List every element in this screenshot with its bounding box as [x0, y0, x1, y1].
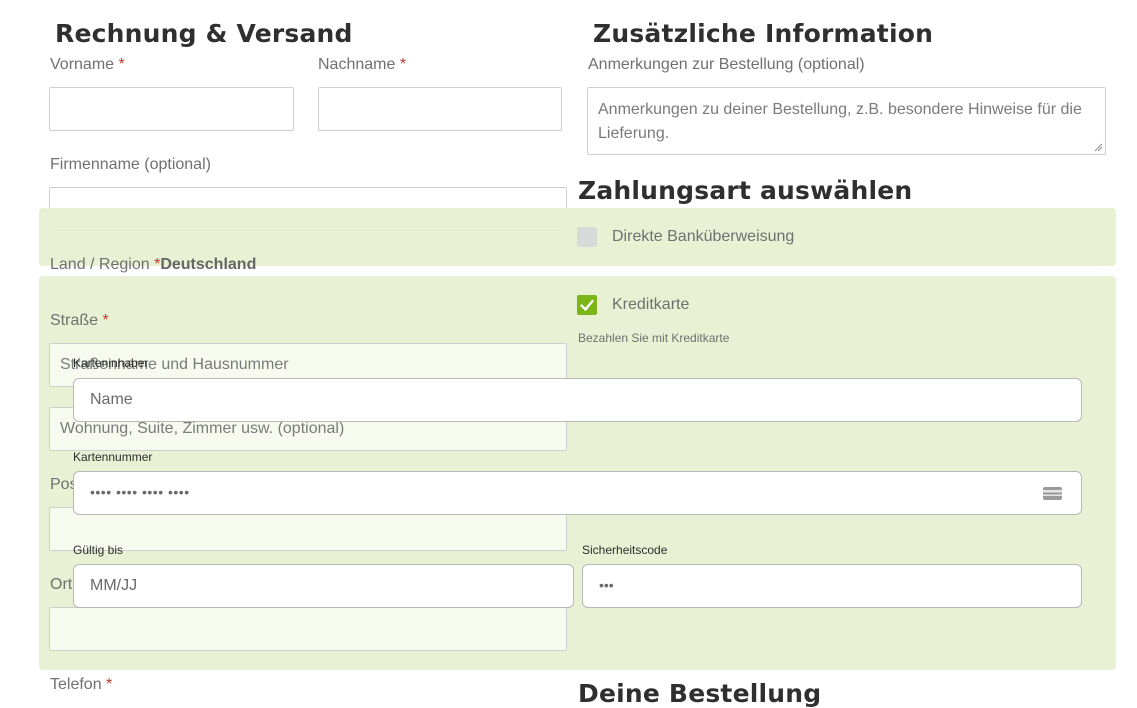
resize-handle-icon[interactable]: [1094, 143, 1103, 152]
city-input[interactable]: [49, 607, 567, 651]
last-name-input[interactable]: [318, 87, 562, 131]
order-notes-label: Anmerkungen zur Bestellung (optional): [588, 56, 865, 73]
city-label: Ort: [50, 576, 73, 593]
card-holder-input[interactable]: Name: [73, 378, 1082, 422]
card-holder-placeholder: Name: [90, 391, 133, 408]
additional-heading: Zusätzliche Information: [593, 19, 934, 48]
card-number-label: Kartennummer: [73, 450, 153, 464]
required-mark: *: [118, 56, 125, 73]
credit-card-label: Kreditkarte: [612, 296, 690, 313]
street-label: Straße *: [50, 312, 109, 329]
billing-heading: Rechnung & Versand: [55, 19, 353, 48]
expiry-label: Gültig bis: [73, 543, 124, 557]
apartment-placeholder: Wohnung, Suite, Zimmer usw. (optional): [60, 420, 345, 437]
order-notes-placeholder: Anmerkungen zu deiner Bestellung, z.B. b…: [598, 101, 1082, 142]
credit-card-checkbox[interactable]: [577, 295, 597, 315]
first-name-label: Vorname *: [50, 56, 125, 73]
cvc-placeholder: •••: [599, 577, 614, 593]
first-name-input[interactable]: [49, 87, 294, 131]
bank-transfer-checkbox[interactable]: [577, 227, 597, 247]
card-number-placeholder: •••• •••• •••• ••••: [90, 484, 190, 500]
order-notes-textarea[interactable]: Anmerkungen zu deiner Bestellung, z.B. b…: [587, 87, 1106, 155]
expiry-input[interactable]: MM/JJ: [73, 564, 574, 608]
phone-label: Telefon *: [50, 676, 113, 693]
company-label: Firmenname (optional): [50, 156, 211, 173]
bank-transfer-label: Direkte Banküberweisung: [612, 228, 795, 245]
required-mark: *: [102, 312, 109, 329]
country-label: Land / Region *Deutschland: [50, 256, 257, 273]
credit-card-description: Bezahlen Sie mit Kreditkarte: [578, 331, 730, 345]
country-value: Deutschland: [160, 256, 257, 273]
cvc-label: Sicherheitscode: [582, 543, 668, 557]
card-holder-label: Karteninhaber: [73, 356, 149, 370]
required-mark: *: [399, 56, 407, 73]
expiry-placeholder: MM/JJ: [90, 577, 138, 594]
card-number-input[interactable]: •••• •••• •••• ••••: [73, 471, 1082, 515]
cvc-input[interactable]: •••: [582, 564, 1082, 608]
credit-card-icon: [1043, 487, 1062, 500]
required-mark: *: [106, 676, 113, 693]
checkmark-icon: [580, 299, 594, 311]
payment-heading: Zahlungsart auswählen: [578, 176, 913, 205]
last-name-label: Nachname *: [318, 56, 407, 73]
